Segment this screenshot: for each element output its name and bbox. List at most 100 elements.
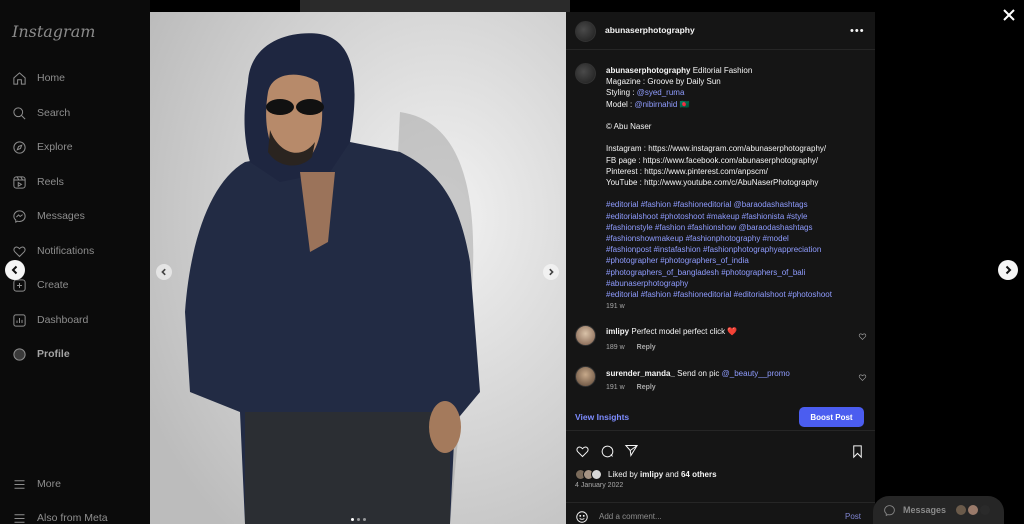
chart-icon: [13, 313, 26, 327]
heart-icon: [13, 246, 26, 257]
previous-post-button[interactable]: [5, 260, 25, 280]
caption-text: Model :: [606, 99, 633, 109]
mention-link[interactable]: @_beauty__promo: [722, 369, 790, 378]
likes-text: Liked by: [608, 470, 638, 479]
chevron-right-icon: [1005, 265, 1012, 275]
sidebar-item-reels[interactable]: Reels: [12, 173, 64, 191]
caption-username[interactable]: abunaserphotography: [606, 66, 690, 75]
hashtag-line[interactable]: #editorial #fashion #fashioneditorial @b…: [606, 199, 868, 210]
likes-text: and: [665, 470, 679, 479]
likes-user[interactable]: imlipy: [640, 470, 663, 479]
like-icon[interactable]: [575, 444, 590, 459]
likes-summary[interactable]: Liked by imlipy and 64 others: [608, 470, 717, 479]
photo-next-button[interactable]: [543, 264, 559, 280]
hashtag-line[interactable]: #fashionshowmakeup #fashionphotography #…: [606, 233, 868, 244]
menu-icon: [14, 479, 25, 489]
instagram-logo[interactable]: Instagram: [12, 22, 95, 41]
messenger-icon: [13, 209, 26, 223]
messenger-icon: [884, 505, 895, 517]
more-options-icon[interactable]: •••: [850, 25, 865, 37]
divider: [566, 430, 875, 431]
comment-timestamp: 189 w: [606, 344, 625, 351]
hashtag-line[interactable]: #fashionstyle #fashion #fashionshow @bar…: [606, 222, 868, 233]
comment-username[interactable]: surender_manda_: [606, 369, 675, 378]
flag-emoji: 🇧🇩: [679, 99, 690, 109]
caption-text: FB page : https://www.facebook.com/abuna…: [606, 155, 819, 165]
photo-prev-button[interactable]: [156, 264, 172, 280]
sidebar-item-home[interactable]: Home: [12, 69, 65, 87]
comment-timestamp: 191 w: [606, 384, 625, 391]
sidebar-item-search[interactable]: Search: [12, 104, 70, 122]
messages-bar[interactable]: Messages: [873, 496, 1004, 524]
comment: imlipy Perfect model perfect click ❤️: [606, 327, 737, 336]
next-post-button[interactable]: [998, 260, 1018, 280]
view-insights-link[interactable]: View Insights: [575, 412, 629, 422]
post-details-panel: abunaserphotography ••• abunaserphotogra…: [566, 12, 875, 524]
bookmark-icon[interactable]: [850, 444, 865, 459]
avatar: [955, 504, 967, 516]
comment-avatar[interactable]: [575, 366, 596, 387]
caption-text: Pinterest : https://www.pinterest.com/an…: [606, 166, 768, 176]
sidebar-item-profile[interactable]: Profile: [12, 345, 70, 363]
liker-avatar[interactable]: [591, 469, 602, 480]
sidebar-item-label: More: [37, 478, 61, 490]
like-comment-icon[interactable]: [858, 332, 867, 341]
mention-link[interactable]: @nibirnahid: [634, 100, 677, 109]
comment-text: Perfect model perfect click: [631, 327, 726, 336]
home-icon: [13, 71, 26, 85]
sidebar-item-messages[interactable]: Messages: [12, 207, 85, 225]
sidebar-item-notifications[interactable]: Notifications: [12, 242, 94, 260]
avatar: [979, 504, 991, 516]
carousel-dots: [351, 518, 366, 521]
chevron-left-icon: [11, 265, 18, 275]
comment-avatar[interactable]: [575, 325, 596, 346]
like-comment-icon[interactable]: [858, 373, 867, 382]
share-icon[interactable]: [624, 443, 639, 458]
sidebar-item-explore[interactable]: Explore: [12, 138, 73, 156]
reply-button[interactable]: Reply: [637, 344, 656, 351]
caption-avatar[interactable]: [575, 63, 596, 84]
sidebar-item-label: Home: [37, 72, 66, 84]
sidebar-item-label: Explore: [37, 141, 73, 153]
comment-username[interactable]: imlipy: [606, 327, 629, 336]
sidebar-item-label: Also from Meta: [37, 512, 108, 524]
post-image[interactable]: [150, 12, 566, 524]
chevron-left-icon: [161, 268, 166, 276]
comment-meta: 189 w Reply: [606, 344, 656, 351]
hashtag-line[interactable]: #photographers_of_bangladesh #photograph…: [606, 267, 868, 278]
post-username[interactable]: abunaserphotography: [605, 25, 695, 35]
boost-post-button[interactable]: Boost Post: [799, 407, 864, 427]
hashtag-line[interactable]: #photographer #photographers_of_india: [606, 255, 868, 266]
likes-count[interactable]: 64 others: [681, 470, 717, 479]
hashtag-line[interactable]: #fashionpost #instafashion #fashionphoto…: [606, 244, 868, 255]
close-icon[interactable]: [1000, 6, 1018, 24]
comment-meta: 191 w Reply: [606, 384, 656, 391]
compass-icon: [13, 140, 26, 154]
add-comment-input[interactable]: Add a comment...: [599, 512, 662, 521]
caption-text: YouTube : http://www.youtube.com/c/AbuNa…: [606, 178, 819, 187]
search-icon: [13, 106, 26, 119]
post-header: abunaserphotography •••: [566, 12, 875, 50]
sidebar-item-also-from-meta[interactable]: Also from Meta: [12, 509, 108, 524]
comment-icon[interactable]: [600, 444, 615, 459]
sidebar-item-create[interactable]: Create: [12, 276, 69, 294]
sidebar-item-label: Create: [37, 279, 69, 291]
hashtag-line[interactable]: #abunaserphotography: [606, 278, 868, 289]
caption-text: Magazine : Groove by Daily Sun: [606, 77, 721, 87]
mention-link[interactable]: @syed_ruma: [637, 88, 685, 97]
sidebar-item-dashboard[interactable]: Dashboard: [12, 311, 88, 329]
carousel-dot: [351, 518, 354, 521]
sidebar-item-more[interactable]: More: [12, 475, 61, 493]
sidebar-item-label: Search: [37, 107, 71, 119]
hashtag-line[interactable]: #editorialshoot #photoshoot #makeup #fas…: [606, 211, 868, 222]
comment-emoji: ❤️: [727, 327, 738, 336]
emoji-icon[interactable]: [575, 510, 589, 524]
hashtag-line[interactable]: #editorial #fashion #fashioneditorial #e…: [606, 289, 868, 300]
reply-button[interactable]: Reply: [637, 384, 656, 391]
sidebar-item-label: Profile: [37, 348, 70, 360]
post-comment-button[interactable]: Post: [845, 512, 861, 521]
caption-text: Styling :: [606, 88, 635, 98]
avatar[interactable]: [575, 21, 596, 42]
sidebar-item-label: Notifications: [37, 245, 95, 257]
sidebar-item-label: Reels: [37, 176, 64, 188]
